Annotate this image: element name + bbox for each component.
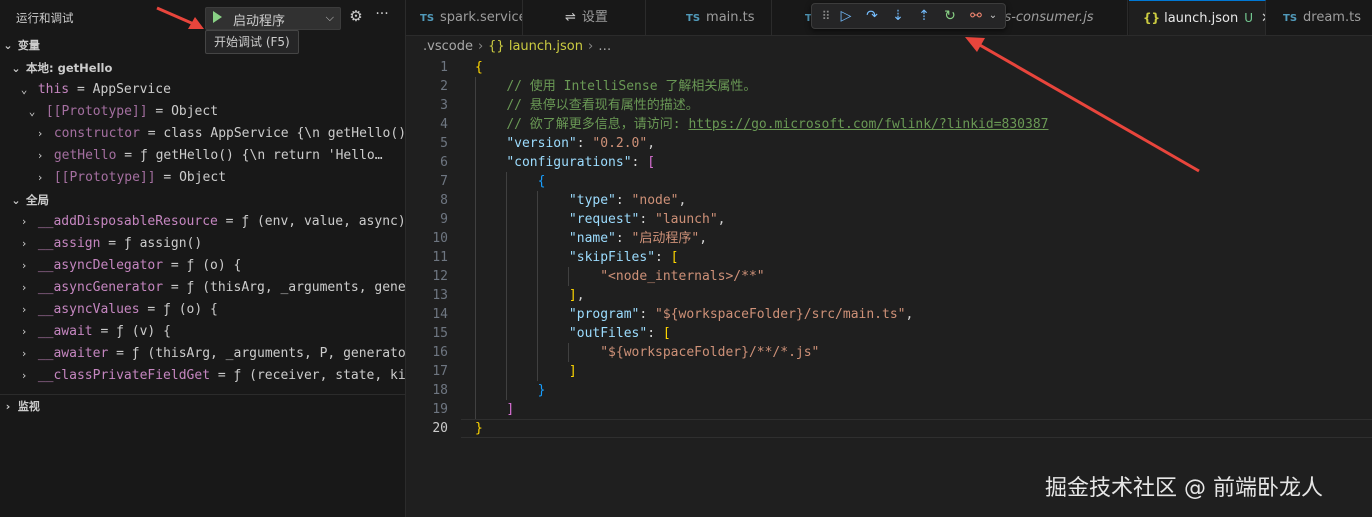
watermark: 掘金技术社区 @ 前端卧龙人 bbox=[1045, 476, 1323, 501]
annotation-arrowhead-right bbox=[965, 37, 985, 52]
annotation-arrow-left bbox=[156, 6, 197, 27]
annotation-arrow-right bbox=[977, 42, 1200, 173]
annotation-arrows bbox=[156, 6, 1200, 173]
